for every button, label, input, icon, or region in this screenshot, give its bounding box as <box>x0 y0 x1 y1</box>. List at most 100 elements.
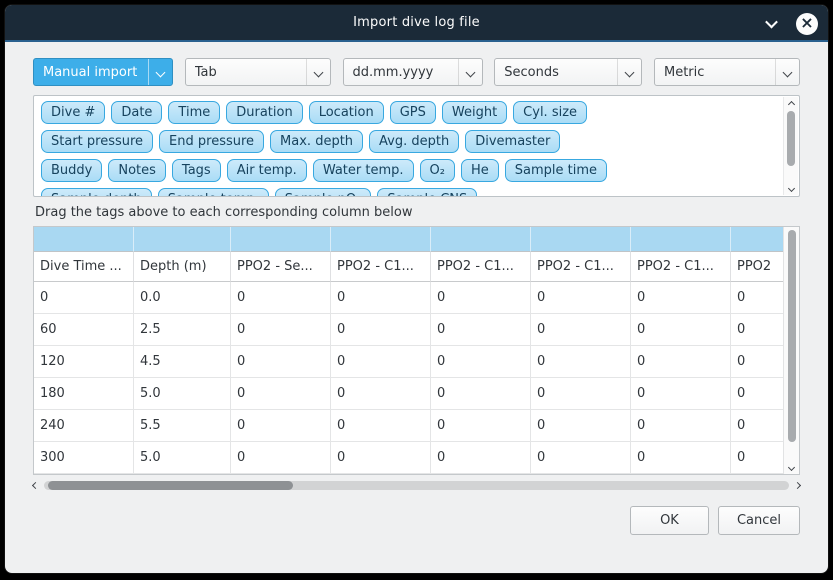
tag-chip[interactable]: Sample CNS <box>377 188 477 197</box>
cancel-button[interactable]: Cancel <box>718 506 800 535</box>
table-cell: 0 <box>431 314 531 346</box>
column-header[interactable]: PPO2 - C1... <box>431 252 531 282</box>
drop-target-cell[interactable] <box>431 227 531 252</box>
ok-button[interactable]: OK <box>630 506 709 535</box>
chevron-down-icon <box>458 59 482 85</box>
titlebar[interactable]: Import dive log file × <box>5 5 828 42</box>
table-cell: 0 <box>531 346 631 378</box>
tag-chip[interactable]: O₂ <box>420 159 455 182</box>
table-cell: 5.5 <box>134 410 231 442</box>
table-cell: 0 <box>631 282 731 314</box>
table-cell: 0 <box>231 346 331 378</box>
tag-scrollbar[interactable] <box>783 97 798 195</box>
table-cell: 0 <box>731 378 783 410</box>
scroll-up-icon[interactable] <box>789 97 794 111</box>
chevron-down-icon <box>765 16 778 29</box>
tag-scrollbar-thumb[interactable] <box>787 111 795 166</box>
scroll-down-icon[interactable] <box>789 181 794 195</box>
column-header[interactable]: Depth (m) <box>134 252 231 282</box>
tag-chip[interactable]: Sample temp. <box>158 188 269 197</box>
tag-chip[interactable]: Sample depth <box>41 188 152 197</box>
tag-area: Dive # Date Time Duration Location GPS Weight C… <box>33 95 800 197</box>
close-button[interactable]: × <box>796 13 818 35</box>
drop-target-cell[interactable] <box>231 227 331 252</box>
table-cell: 0 <box>331 378 431 410</box>
tag-chip[interactable]: GPS <box>390 101 436 124</box>
table-cell: 0 <box>731 442 783 474</box>
table-scrollbar-thumb[interactable] <box>788 230 796 442</box>
column-header[interactable]: PPO2 - Se... <box>231 252 331 282</box>
chevron-down-icon <box>617 59 641 85</box>
drop-target-cell[interactable] <box>531 227 631 252</box>
table-row: 1204.5000000 <box>34 346 783 378</box>
table-row: 2405.5000000 <box>34 410 783 442</box>
tag-list: Dive # Date Time Duration Location GPS Weight C… <box>34 96 799 197</box>
tag-chip[interactable]: Dive # <box>41 101 105 124</box>
combo-value: dd.mm.yyyy <box>353 65 434 80</box>
table-scroll-down-icon[interactable] <box>789 460 794 474</box>
instruction-label: Drag the tags above to each correspondin… <box>35 205 800 220</box>
tag-chip[interactable]: Notes <box>108 159 166 182</box>
table-cell: 240 <box>34 410 134 442</box>
table-cell: 0 <box>231 314 331 346</box>
tag-chip[interactable]: Buddy <box>41 159 102 182</box>
drop-target-cell[interactable] <box>631 227 731 252</box>
table-cell: 0 <box>531 314 631 346</box>
table-viewport: Dive Time ...Depth (m)PPO2 - Se...PPO2 -… <box>34 227 783 474</box>
tag-chip[interactable]: He <box>461 159 499 182</box>
combo-duration-format[interactable]: Seconds <box>494 58 642 86</box>
drop-target-cell[interactable] <box>134 227 231 252</box>
tag-chip[interactable]: Duration <box>226 101 302 124</box>
column-header[interactable]: PPO2 - C1... <box>631 252 731 282</box>
tag-chip[interactable]: Max. depth <box>270 130 363 153</box>
chevron-down-icon <box>148 59 172 85</box>
table-cell: 0 <box>631 314 731 346</box>
tag-chip[interactable]: Weight <box>442 101 507 124</box>
table-cell: 120 <box>34 346 134 378</box>
scroll-right-icon[interactable] <box>794 482 801 489</box>
combo-value: Manual import <box>43 65 137 80</box>
table-scrollbar[interactable] <box>783 227 799 474</box>
tag-chip[interactable]: Sample pO₂ <box>275 188 372 197</box>
tag-chip[interactable]: Start pressure <box>41 130 153 153</box>
tag-chip[interactable]: Air temp. <box>227 159 307 182</box>
column-header[interactable]: PPO2 - C1... <box>331 252 431 282</box>
table-cell: 180 <box>34 378 134 410</box>
table-cell: 0 <box>331 282 431 314</box>
tag-chip[interactable]: Divemaster <box>465 130 560 153</box>
table-cell: 0 <box>231 378 331 410</box>
table-cell: 0 <box>431 410 531 442</box>
combo-date-format[interactable]: dd.mm.yyyy <box>343 58 483 86</box>
shade-button[interactable] <box>760 13 782 35</box>
horizontal-scrollbar-thumb[interactable] <box>48 481 293 490</box>
column-header[interactable]: PPO2 - C1... <box>531 252 631 282</box>
table-cell: 0 <box>331 442 431 474</box>
tag-chip[interactable]: Time <box>168 101 220 124</box>
tag-chip[interactable]: Cyl. size <box>513 101 587 124</box>
header-row: Dive Time ...Depth (m)PPO2 - Se...PPO2 -… <box>34 252 783 282</box>
drop-target-cell[interactable] <box>731 227 783 252</box>
table-cell: 0 <box>731 410 783 442</box>
combo-import-mode[interactable]: Manual import <box>33 58 173 86</box>
scroll-left-icon[interactable] <box>32 482 39 489</box>
tag-chip[interactable]: Date <box>111 101 162 124</box>
column-header[interactable]: Dive Time ... <box>34 252 134 282</box>
column-header[interactable]: PPO2 <box>731 252 783 282</box>
combo-units[interactable]: Metric <box>654 58 800 86</box>
combo-field-separator[interactable]: Tab <box>185 58 331 86</box>
drop-target-cell[interactable] <box>331 227 431 252</box>
tag-chip[interactable]: Sample time <box>505 159 607 182</box>
titlebar-buttons: × <box>760 5 818 42</box>
table-cell: 0 <box>231 282 331 314</box>
tag-chip[interactable]: Tags <box>172 159 221 182</box>
tag-chip[interactable]: End pressure <box>159 130 264 153</box>
combo-row: Manual import Tab dd.mm.yyyy Seconds Metric <box>33 58 800 86</box>
horizontal-scrollbar[interactable] <box>33 478 800 493</box>
table-cell: 5.0 <box>134 442 231 474</box>
tag-chip[interactable]: Avg. depth <box>369 130 459 153</box>
horizontal-scrollbar-track[interactable] <box>44 481 789 490</box>
table-cell: 0 <box>531 378 631 410</box>
drop-target-cell[interactable] <box>34 227 134 252</box>
tag-chip[interactable]: Location <box>309 101 384 124</box>
tag-chip[interactable]: Water temp. <box>313 159 414 182</box>
